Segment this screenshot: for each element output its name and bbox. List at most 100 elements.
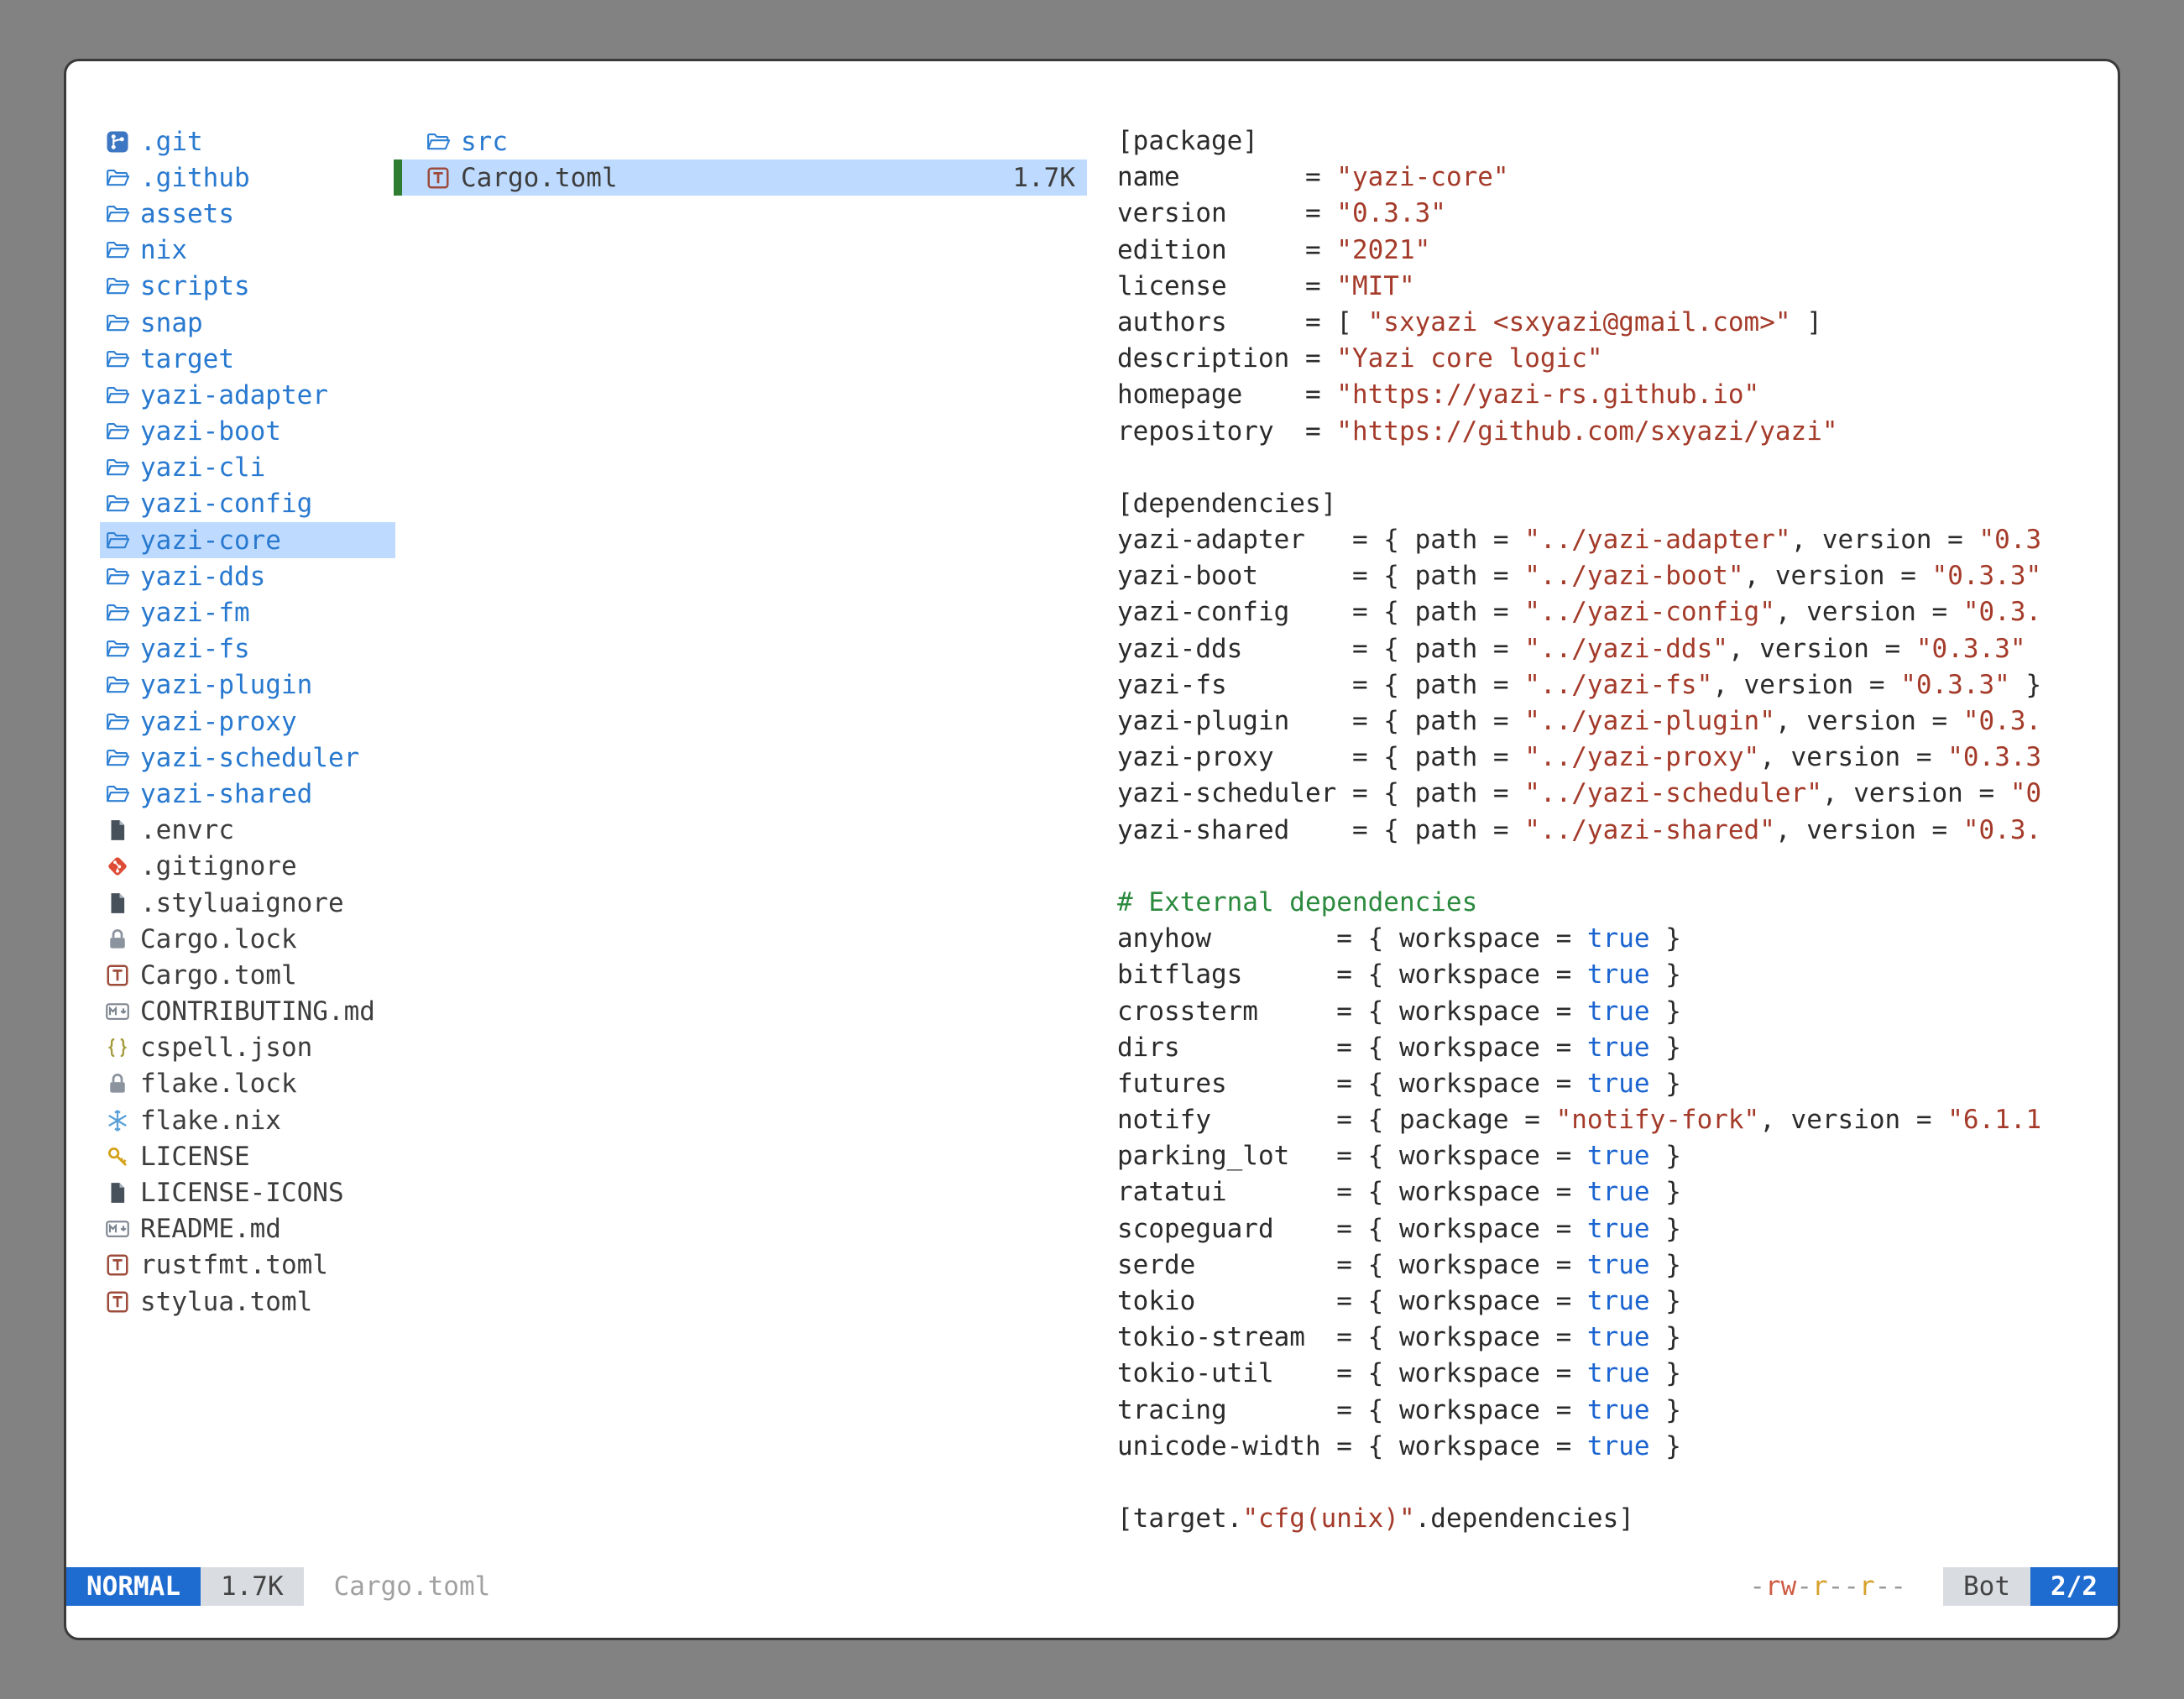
file-label: .gitignore — [140, 851, 297, 881]
dir-row[interactable]: yazi-scheduler — [100, 740, 395, 776]
file-row[interactable]: LICENSE-ICONS — [100, 1174, 395, 1210]
file-row[interactable]: Cargo.toml1.7K — [394, 159, 1087, 196]
folder-icon — [105, 636, 130, 661]
dir-row[interactable]: yazi-dds — [100, 558, 395, 594]
file-label: target — [140, 344, 234, 374]
dir-row[interactable]: src — [394, 123, 1087, 159]
dir-row[interactable]: yazi-cli — [100, 450, 395, 486]
git-repo-icon — [105, 129, 130, 154]
folder-icon — [105, 709, 130, 734]
file-label: .envrc — [140, 815, 234, 845]
code-line: yazi-config = { path = "../yazi-config",… — [1117, 594, 2106, 630]
git-icon — [105, 854, 130, 879]
file-row[interactable]: rustfmt.toml — [100, 1247, 395, 1283]
code-line: tokio = { workspace = true } — [1117, 1283, 2106, 1320]
folder-icon — [105, 528, 130, 553]
code-line: edition = "2021" — [1117, 233, 2106, 269]
file-label: yazi-dds — [140, 562, 265, 592]
folder-icon — [105, 491, 130, 516]
code-line: yazi-dds = { path = "../yazi-dds", versi… — [1117, 631, 2106, 667]
file-label: Cargo.lock — [140, 924, 297, 954]
folder-icon — [105, 238, 130, 263]
code-line: license = "MIT" — [1117, 269, 2106, 305]
json-icon — [105, 1035, 130, 1060]
file-icon — [105, 891, 130, 916]
preview-pane[interactable]: [package]name = "yazi-core"version = "0.… — [1117, 123, 2106, 1537]
dir-row[interactable]: .git — [100, 123, 395, 159]
file-row[interactable]: LICENSE — [100, 1138, 395, 1174]
code-line: tracing = { workspace = true } — [1117, 1393, 2106, 1429]
page-badge: 2/2 — [2030, 1567, 2118, 1606]
file-row[interactable]: .gitignore — [100, 849, 395, 885]
code-line: dirs = { workspace = true } — [1117, 1030, 2106, 1066]
dir-row[interactable]: yazi-adapter — [100, 377, 395, 413]
code-line: version = "0.3.3" — [1117, 196, 2106, 232]
file-label: yazi-shared — [140, 779, 312, 809]
current-pane[interactable]: srcCargo.toml1.7K — [394, 123, 1087, 196]
dir-row[interactable]: assets — [100, 196, 395, 232]
file-row[interactable]: flake.nix — [100, 1102, 395, 1138]
code-line: yazi-scheduler = { path = "../yazi-sched… — [1117, 776, 2106, 812]
dir-row[interactable]: yazi-proxy — [100, 703, 395, 740]
dir-row[interactable]: yazi-plugin — [100, 667, 395, 703]
dir-row[interactable]: nix — [100, 233, 395, 269]
folder-icon — [105, 455, 130, 480]
code-line — [1117, 450, 2106, 486]
dir-row[interactable]: yazi-fs — [100, 631, 395, 667]
file-label: nix — [140, 235, 187, 265]
dir-row[interactable]: yazi-core — [100, 522, 395, 558]
file-row[interactable]: Cargo.toml — [100, 957, 395, 993]
dir-row[interactable]: scripts — [100, 269, 395, 305]
code-line: ratatui = { workspace = true } — [1117, 1174, 2106, 1210]
dir-row[interactable]: yazi-fm — [100, 594, 395, 630]
code-line: repository = "https://github.com/sxyazi/… — [1117, 414, 2106, 450]
file-row[interactable]: stylua.toml — [100, 1283, 395, 1320]
file-label: yazi-plugin — [140, 670, 312, 700]
file-icon — [105, 1180, 130, 1205]
dir-row[interactable]: .github — [100, 159, 395, 196]
file-size: 1.7K — [1012, 163, 1087, 193]
code-line: yazi-proxy = { path = "../yazi-proxy", v… — [1117, 740, 2106, 776]
code-line: [package] — [1117, 123, 2106, 159]
file-row[interactable]: .envrc — [100, 813, 395, 849]
file-label: stylua.toml — [140, 1287, 312, 1317]
code-line: anyhow = { workspace = true } — [1117, 921, 2106, 957]
file-row[interactable]: CONTRIBUTING.md — [100, 994, 395, 1030]
license-icon — [105, 1144, 130, 1169]
parent-pane[interactable]: .git.githubassetsnixscriptssnaptargetyaz… — [100, 123, 395, 1320]
dir-row[interactable]: yazi-boot — [100, 414, 395, 450]
file-label: rustfmt.toml — [140, 1250, 328, 1280]
yazi-window: .git.githubassetsnixscriptssnaptargetyaz… — [64, 59, 2120, 1640]
nix-icon — [105, 1108, 130, 1133]
folder-icon — [105, 311, 130, 336]
code-line: scopeguard = { workspace = true } — [1117, 1211, 2106, 1247]
dir-row[interactable]: target — [100, 341, 395, 377]
file-label: cspell.json — [140, 1032, 312, 1063]
file-label: snap — [140, 308, 203, 338]
folder-icon — [105, 745, 130, 771]
code-line: authors = [ "sxyazi <sxyazi@gmail.com>" … — [1117, 305, 2106, 341]
dir-row[interactable]: yazi-shared — [100, 776, 395, 812]
folder-icon — [426, 129, 451, 154]
folder-icon — [105, 347, 130, 372]
dir-row[interactable]: yazi-config — [100, 486, 395, 522]
folder-icon — [105, 782, 130, 807]
code-line: homepage = "https://yazi-rs.github.io" — [1117, 377, 2106, 413]
folder-icon — [105, 274, 130, 299]
code-line: [dependencies] — [1117, 486, 2106, 522]
file-label: yazi-cli — [140, 452, 265, 483]
file-label: yazi-core — [140, 525, 281, 556]
file-row[interactable]: .styluaignore — [100, 885, 395, 921]
file-row[interactable]: Cargo.lock — [100, 921, 395, 957]
file-icon — [105, 818, 130, 843]
file-label: assets — [140, 199, 234, 229]
file-label: LICENSE-ICONS — [140, 1178, 344, 1208]
file-row[interactable]: README.md — [100, 1211, 395, 1247]
folder-icon — [105, 564, 130, 589]
file-label: yazi-config — [140, 489, 312, 519]
file-label: yazi-boot — [140, 416, 281, 447]
dir-row[interactable]: snap — [100, 305, 395, 341]
file-row[interactable]: cspell.json — [100, 1030, 395, 1066]
toml-icon — [426, 165, 451, 191]
file-row[interactable]: flake.lock — [100, 1066, 395, 1102]
